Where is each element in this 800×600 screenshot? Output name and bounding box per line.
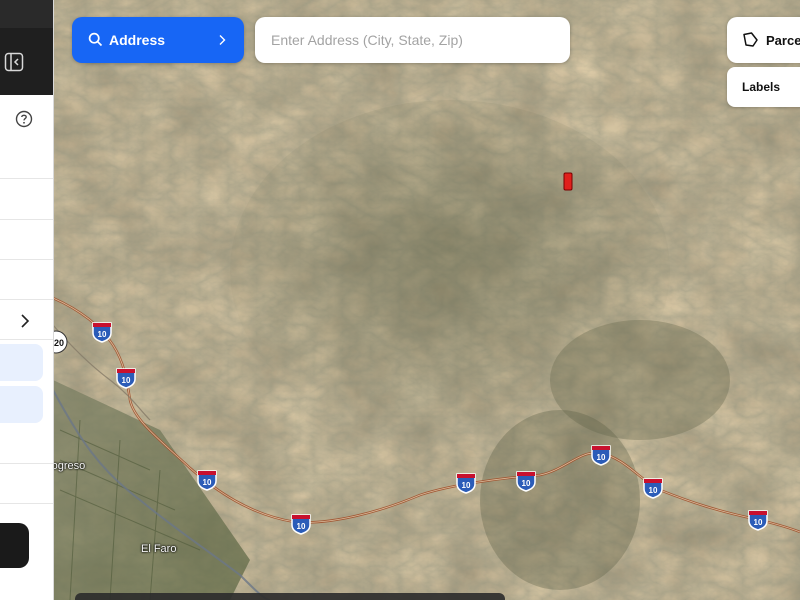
interstate-shield-label: 10 bbox=[98, 330, 107, 339]
route-shield-label: 20 bbox=[54, 338, 64, 348]
address-input-container bbox=[255, 17, 570, 63]
sidebar-selected-item[interactable] bbox=[0, 386, 43, 423]
chevron-right-icon[interactable] bbox=[18, 313, 32, 329]
parcel-shape-icon bbox=[743, 32, 758, 47]
address-button-label: Address bbox=[109, 32, 166, 48]
sidebar-row[interactable] bbox=[0, 463, 53, 504]
sidebar-selected-item[interactable] bbox=[0, 344, 43, 381]
place-label-el-faro: El Faro bbox=[141, 543, 177, 555]
sidebar-action-button[interactable] bbox=[0, 523, 29, 568]
sidebar-row[interactable] bbox=[0, 423, 53, 464]
sidebar-row[interactable] bbox=[0, 138, 53, 179]
interstate-shield: 10 bbox=[197, 470, 217, 491]
chevron-right-icon bbox=[219, 35, 226, 45]
interstate-shield: 10 bbox=[116, 368, 136, 389]
interstate-shield-label: 10 bbox=[297, 522, 306, 531]
interstate-shield-label: 10 bbox=[122, 376, 131, 385]
interstate-shield: 10 bbox=[748, 510, 768, 531]
interstate-shield: 10 bbox=[516, 471, 536, 492]
bottom-panel-handle[interactable] bbox=[75, 593, 505, 600]
sidebar-header bbox=[0, 0, 53, 95]
interstate-shield: 10 bbox=[291, 514, 311, 535]
collapse-sidebar-icon[interactable] bbox=[4, 52, 24, 72]
interstate-shield-label: 10 bbox=[597, 453, 606, 462]
labels-toggle-button[interactable]: Labels bbox=[727, 67, 800, 107]
sidebar-row[interactable] bbox=[0, 219, 53, 260]
interstate-shield: 10 bbox=[591, 445, 611, 466]
parcel-marker[interactable] bbox=[563, 172, 573, 191]
interstate-shield-label: 10 bbox=[462, 481, 471, 490]
satellite-map[interactable]: 20 10 10 10 10 10 10 10 10 10 bbox=[0, 0, 800, 600]
left-sidebar bbox=[0, 0, 54, 600]
sidebar-header-strip bbox=[0, 0, 53, 28]
address-search-button[interactable]: Address bbox=[72, 17, 244, 63]
interstate-shield-label: 10 bbox=[649, 486, 658, 495]
interstate-shield-label: 10 bbox=[203, 478, 212, 487]
interstate-shield-label: 10 bbox=[754, 518, 763, 527]
help-icon[interactable] bbox=[15, 110, 33, 128]
interstate-shield: 10 bbox=[643, 478, 663, 499]
address-input[interactable] bbox=[271, 17, 556, 63]
parcels-button-label: Parce bbox=[766, 33, 800, 48]
interstate-shield: 10 bbox=[92, 322, 112, 343]
search-icon bbox=[88, 32, 103, 47]
sidebar-row[interactable] bbox=[0, 259, 53, 300]
interstate-shield-label: 10 bbox=[522, 479, 531, 488]
parcels-toggle-button[interactable]: Parce bbox=[727, 17, 800, 63]
labels-button-label: Labels bbox=[742, 80, 781, 94]
sidebar-row[interactable] bbox=[0, 179, 53, 220]
interstate-shield: 10 bbox=[456, 473, 476, 494]
